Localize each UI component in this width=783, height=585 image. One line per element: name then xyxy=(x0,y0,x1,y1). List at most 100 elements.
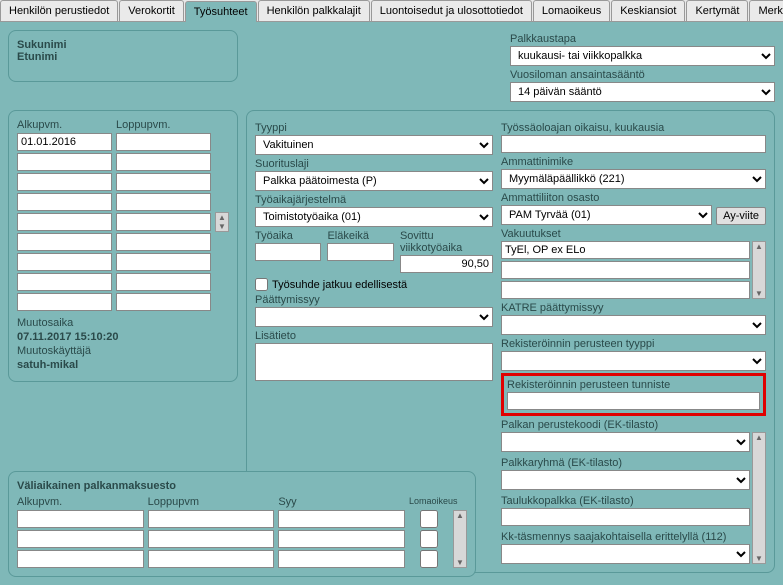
vali-loma-2[interactable] xyxy=(409,550,449,568)
vakuutukset-scrollbar[interactable]: ▲▼ xyxy=(752,241,766,299)
suorituslaji-label: Suorituslaji xyxy=(255,158,493,170)
sukunimi-label: Sukunimi xyxy=(17,39,229,51)
vali-loppupvm-hdr: Loppupvm xyxy=(148,496,275,508)
palkkaustapa-label: Palkkaustapa xyxy=(510,33,775,45)
tab-keskiansiot[interactable]: Keskiansiot xyxy=(611,0,685,21)
valiaikainen-panel: Väliaikainen palkanmaksuesto Alkupvm. Lo… xyxy=(8,471,476,577)
loppupvm-8[interactable] xyxy=(116,293,211,311)
vali-syy-0[interactable] xyxy=(278,510,405,528)
rekperusteen-tunniste-input[interactable] xyxy=(507,392,760,410)
ammattiliitto-select[interactable]: PAM Tyrvää (01) xyxy=(501,205,712,225)
alkupvm-4[interactable] xyxy=(17,213,112,231)
tab-bar: Henkilön perustiedot Verokortit Työsuhte… xyxy=(0,0,783,22)
kktasmennys-label: Kk-täsmennys saajakohtaisella erittelyll… xyxy=(501,531,750,543)
vuosiloma-label: Vuosiloman ansaintasääntö xyxy=(510,69,775,81)
jatkuu-checkbox[interactable] xyxy=(255,278,268,291)
loppupvm-3[interactable] xyxy=(116,193,211,211)
highlighted-region: Rekisteröinnin perusteen tunniste xyxy=(501,373,766,416)
muutoskayttaja-label: Muutoskäyttäjä xyxy=(17,345,229,357)
palkan-label: Palkan perustekoodi (EK-tilasto) xyxy=(501,419,766,431)
alkupvm-6[interactable] xyxy=(17,253,112,271)
katre-select[interactable] xyxy=(501,315,766,335)
dates-panel: Alkupvm. Loppupvm. ▲▼ Muutosaik xyxy=(8,110,238,382)
taulukkopalkka-label: Taulukkopalkka (EK-tilasto) xyxy=(501,495,750,507)
tyoaikajarjestelma-select[interactable]: Toimistotyöaika (01) xyxy=(255,207,493,227)
vali-syy-2[interactable] xyxy=(278,550,405,568)
suorituslaji-select[interactable]: Palkka päätoimesta (P) xyxy=(255,171,493,191)
tab-palkkalajit[interactable]: Henkilön palkkalajit xyxy=(258,0,370,21)
rekperusteen-tyyppi-label: Rekisteröinnin perusteen tyyppi xyxy=(501,338,766,350)
alkupvm-5[interactable] xyxy=(17,233,112,251)
sovittu-input[interactable] xyxy=(400,255,493,273)
paattymissyy-select[interactable] xyxy=(255,307,493,327)
vali-loppu-1[interactable] xyxy=(148,530,275,548)
vali-loppu-0[interactable] xyxy=(148,510,275,528)
ammattinimike-label: Ammattinimike xyxy=(501,156,766,168)
tyyppi-select[interactable]: Vakituinen xyxy=(255,135,493,155)
sovittu-label: Sovittu viikkotyöaika xyxy=(400,230,493,254)
rekperusteen-tunniste-label: Rekisteröinnin perusteen tunniste xyxy=(507,379,760,391)
lisatieto-input[interactable] xyxy=(255,343,493,381)
vakuutukset-label: Vakuutukset xyxy=(501,228,766,240)
ammattinimike-select[interactable]: Myymäläpäällikkö (221) xyxy=(501,169,766,189)
etunimi-label: Etunimi xyxy=(17,51,229,63)
alkupvm-hdr: Alkupvm. xyxy=(17,119,112,131)
elakeika-label: Eläkeikä xyxy=(327,230,393,242)
tyossaolo-input[interactable] xyxy=(501,135,766,153)
vakuutukset-1[interactable] xyxy=(501,261,750,279)
paattymissyy-label: Päättymissyy xyxy=(255,294,493,306)
tyoaika-input[interactable] xyxy=(255,243,321,261)
elakeika-input[interactable] xyxy=(327,243,393,261)
tyyppi-label: Tyyppi xyxy=(255,122,493,134)
tab-luontoisedut[interactable]: Luontoisedut ja ulosottotiedot xyxy=(371,0,532,21)
vali-syy-1[interactable] xyxy=(278,530,405,548)
tab-lomaoikeus[interactable]: Lomaoikeus xyxy=(533,0,610,21)
loppupvm-5[interactable] xyxy=(116,233,211,251)
valiaikainen-title: Väliaikainen palkanmaksuesto xyxy=(17,480,467,492)
loppupvm-7[interactable] xyxy=(116,273,211,291)
tyoaikajarjestelma-label: Työaikajärjestelmä xyxy=(255,194,493,206)
loppupvm-6[interactable] xyxy=(116,253,211,271)
ek-scrollbar[interactable]: ▲▼ xyxy=(752,432,766,564)
vali-loma-0[interactable] xyxy=(409,510,449,528)
vali-alkupvm-hdr: Alkupvm. xyxy=(17,496,144,508)
vali-alku-0[interactable] xyxy=(17,510,144,528)
name-panel: Sukunimi Etunimi xyxy=(8,30,238,82)
vuosiloma-select[interactable]: 14 päivän sääntö xyxy=(510,82,775,102)
dates-scrollbar[interactable]: ▲▼ xyxy=(215,212,229,232)
loppupvm-0[interactable] xyxy=(116,133,211,151)
alkupvm-0[interactable] xyxy=(17,133,112,151)
vali-loma-1[interactable] xyxy=(409,530,449,548)
vali-scrollbar[interactable]: ▲▼ xyxy=(453,510,467,568)
tab-kertymat[interactable]: Kertymät xyxy=(686,0,748,21)
vali-loma-hdr: Lomaoikeus xyxy=(409,496,449,508)
alkupvm-3[interactable] xyxy=(17,193,112,211)
vali-loppu-2[interactable] xyxy=(148,550,275,568)
palkkaustapa-select[interactable]: kuukausi- tai viikkopalkka xyxy=(510,46,775,66)
vali-alku-2[interactable] xyxy=(17,550,144,568)
vali-alku-1[interactable] xyxy=(17,530,144,548)
alkupvm-8[interactable] xyxy=(17,293,112,311)
loppupvm-2[interactable] xyxy=(116,173,211,191)
tab-merkkipaivat[interactable]: Merkkipäivät xyxy=(749,0,783,21)
tab-verokortit[interactable]: Verokortit xyxy=(119,0,183,21)
palkkaryhma-label: Palkkaryhmä (EK-tilasto) xyxy=(501,457,750,469)
loppupvm-1[interactable] xyxy=(116,153,211,171)
vakuutukset-2[interactable] xyxy=(501,281,750,299)
right-top-block: Palkkaustapa kuukausi- tai viikkopalkka … xyxy=(510,30,775,102)
loppupvm-4[interactable] xyxy=(116,213,211,231)
ayviite-button[interactable]: Ay-viite xyxy=(716,207,766,225)
alkupvm-7[interactable] xyxy=(17,273,112,291)
vali-syy-hdr: Syy xyxy=(278,496,405,508)
taulukkopalkka-input[interactable] xyxy=(501,508,750,526)
palkkaryhma-select[interactable] xyxy=(501,470,750,490)
tab-tyosuhteet[interactable]: Työsuhteet xyxy=(185,1,257,22)
palkan-select[interactable] xyxy=(501,432,750,452)
kktasmennys-select[interactable] xyxy=(501,544,750,564)
alkupvm-2[interactable] xyxy=(17,173,112,191)
jatkuu-label: Työsuhde jatkuu edellisestä xyxy=(272,279,407,291)
vakuutukset-0[interactable] xyxy=(501,241,750,259)
rekperusteen-tyyppi-select[interactable] xyxy=(501,351,766,371)
alkupvm-1[interactable] xyxy=(17,153,112,171)
tab-perustiedot[interactable]: Henkilön perustiedot xyxy=(0,0,118,21)
